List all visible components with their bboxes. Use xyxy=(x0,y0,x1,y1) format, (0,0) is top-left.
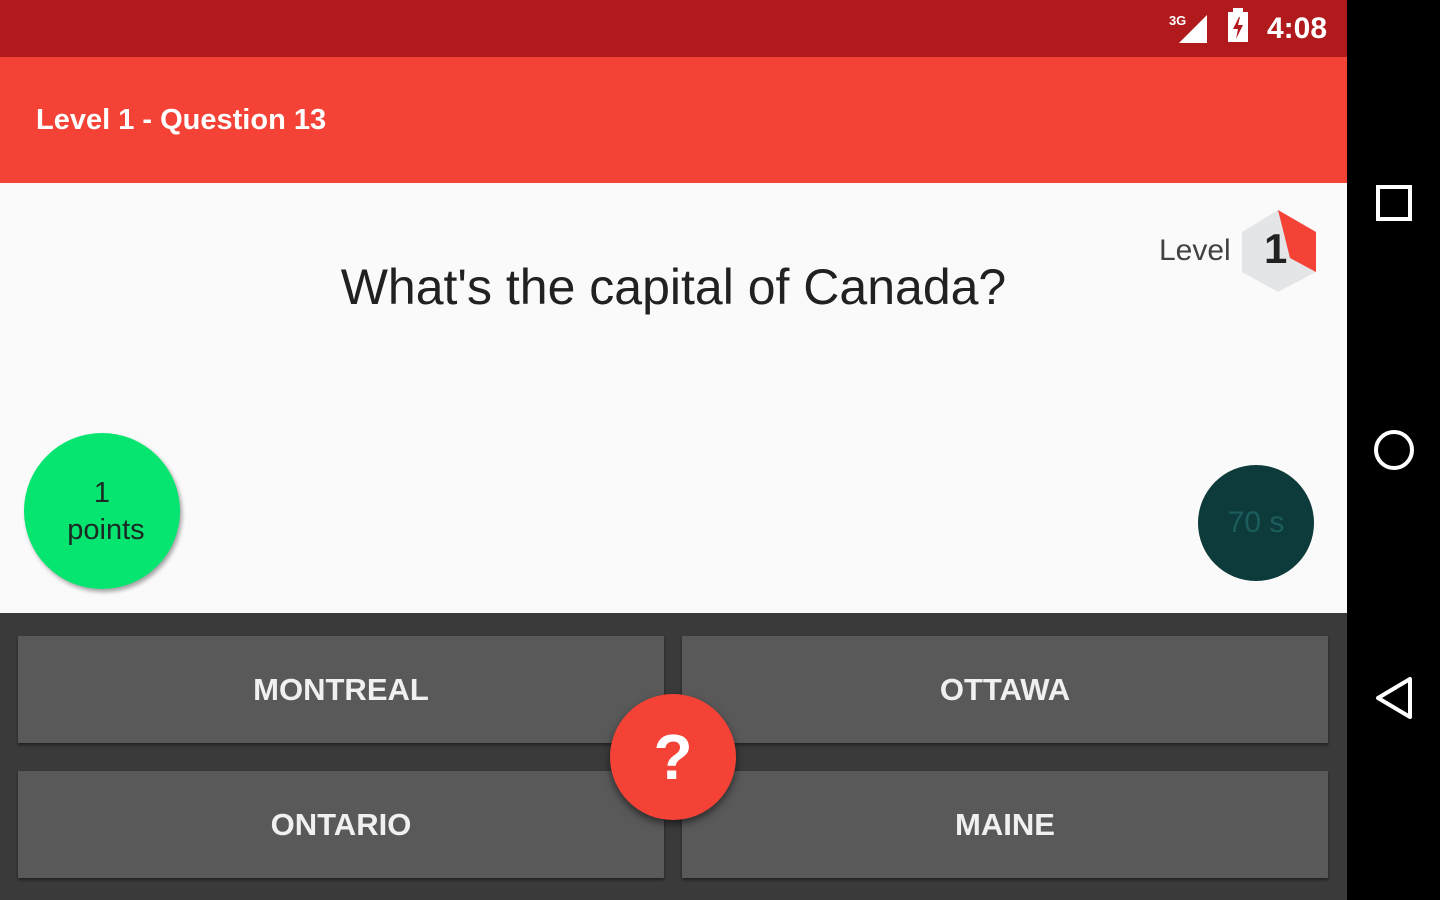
home-button[interactable] xyxy=(1347,405,1440,495)
question-area xyxy=(0,183,1347,613)
home-icon xyxy=(1373,430,1414,470)
toolbar-title: Level 1 - Question 13 xyxy=(36,104,327,136)
signal-icon: 3G xyxy=(1169,11,1209,47)
answer-button-ottawa[interactable]: OTTAWA xyxy=(682,636,1328,743)
timer-text: 70 s xyxy=(1227,506,1285,539)
recents-icon xyxy=(1375,185,1412,221)
back-icon xyxy=(1375,677,1412,719)
level-label: Level xyxy=(1159,234,1231,267)
status-bar: 3G 4:08 xyxy=(0,0,1347,57)
points-unit: points xyxy=(67,514,145,546)
back-button[interactable] xyxy=(1347,653,1440,743)
battery-charging-icon xyxy=(1227,8,1249,49)
points-value: 1 xyxy=(93,477,111,509)
points-badge: 1 points xyxy=(24,433,180,589)
answer-button-ontario[interactable]: ONTARIO xyxy=(18,771,664,878)
level-number: 1 xyxy=(1264,225,1288,272)
answer-button-montreal[interactable]: MONTREAL xyxy=(18,636,664,743)
recents-button[interactable] xyxy=(1347,158,1440,248)
answer-button-maine[interactable]: MAINE xyxy=(682,771,1328,878)
quiz-app: 3G 4:08 Level 1 - Question 13 What's the… xyxy=(0,0,1347,900)
question-text: What's the capital of Canada? xyxy=(340,259,1007,315)
status-icons: 3G 4:08 xyxy=(1169,0,1327,57)
navigation-bar xyxy=(1347,0,1440,900)
timer-badge: 70 s xyxy=(1198,465,1314,581)
hint-button[interactable]: ? xyxy=(610,694,736,820)
clock: 4:08 xyxy=(1266,11,1327,45)
